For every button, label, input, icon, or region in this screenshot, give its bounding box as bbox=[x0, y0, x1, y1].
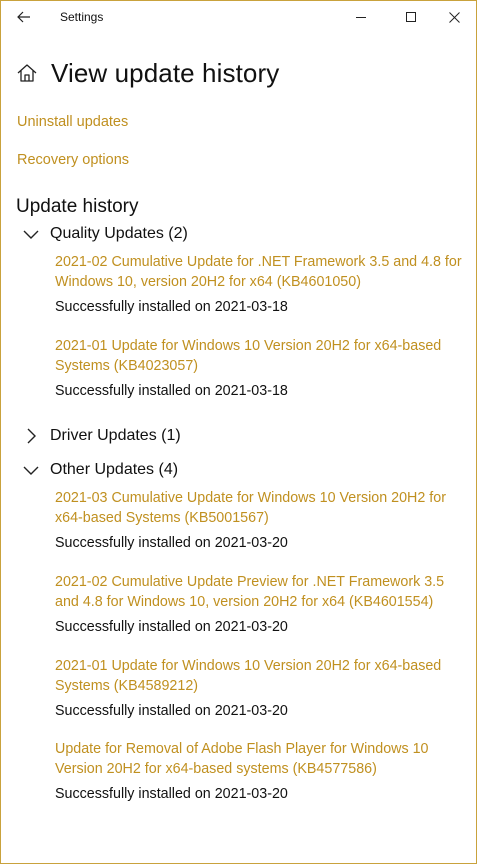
update-title-link[interactable]: 2021-02 Cumulative Update Preview for .N… bbox=[55, 573, 465, 612]
window-title: Settings bbox=[60, 10, 104, 24]
chevron-down-icon bbox=[23, 466, 39, 475]
update-status: Successfully installed on 2021-03-18 bbox=[55, 383, 288, 399]
update-history-heading: Update history bbox=[16, 196, 139, 217]
update-title-link[interactable]: 2021-02 Cumulative Update for .NET Frame… bbox=[55, 253, 465, 292]
minimize-icon bbox=[356, 17, 366, 18]
update-title-link[interactable]: 2021-01 Update for Windows 10 Version 20… bbox=[55, 337, 465, 376]
back-arrow-icon bbox=[17, 11, 30, 23]
chevron-down-icon bbox=[23, 230, 39, 239]
page-header: View update history bbox=[16, 53, 279, 93]
maximize-button[interactable] bbox=[388, 3, 434, 31]
uninstall-updates-link[interactable]: Uninstall updates bbox=[17, 114, 128, 130]
update-status: Successfully installed on 2021-03-18 bbox=[55, 299, 288, 315]
update-title-link[interactable]: 2021-03 Cumulative Update for Windows 10… bbox=[55, 489, 465, 528]
group-other-updates[interactable]: Other Updates (4) bbox=[23, 461, 178, 479]
chevron-right-icon bbox=[27, 428, 36, 444]
close-button[interactable] bbox=[431, 3, 476, 31]
home-icon[interactable] bbox=[16, 62, 38, 84]
group-label: Quality Updates (2) bbox=[50, 225, 188, 242]
title-bar: Settings bbox=[1, 1, 476, 33]
back-button[interactable] bbox=[11, 5, 37, 29]
group-label: Other Updates (4) bbox=[50, 461, 179, 478]
minimize-button[interactable] bbox=[338, 3, 384, 31]
recovery-options-link[interactable]: Recovery options bbox=[17, 152, 129, 168]
group-label: Driver Updates (1) bbox=[50, 427, 181, 444]
maximize-icon bbox=[406, 12, 416, 22]
update-status: Successfully installed on 2021-03-20 bbox=[55, 703, 288, 719]
update-status: Successfully installed on 2021-03-20 bbox=[55, 786, 288, 802]
settings-window: Settings View update history Uninstall u… bbox=[0, 0, 477, 864]
group-quality-updates[interactable]: Quality Updates (2) bbox=[23, 225, 188, 243]
update-title-link[interactable]: Update for Removal of Adobe Flash Player… bbox=[55, 740, 465, 779]
update-status: Successfully installed on 2021-03-20 bbox=[55, 535, 288, 551]
update-title-link[interactable]: 2021-01 Update for Windows 10 Version 20… bbox=[55, 657, 465, 696]
group-driver-updates[interactable]: Driver Updates (1) bbox=[23, 427, 181, 445]
update-status: Successfully installed on 2021-03-20 bbox=[55, 619, 288, 635]
page-title: View update history bbox=[51, 57, 280, 88]
close-icon bbox=[448, 11, 460, 23]
